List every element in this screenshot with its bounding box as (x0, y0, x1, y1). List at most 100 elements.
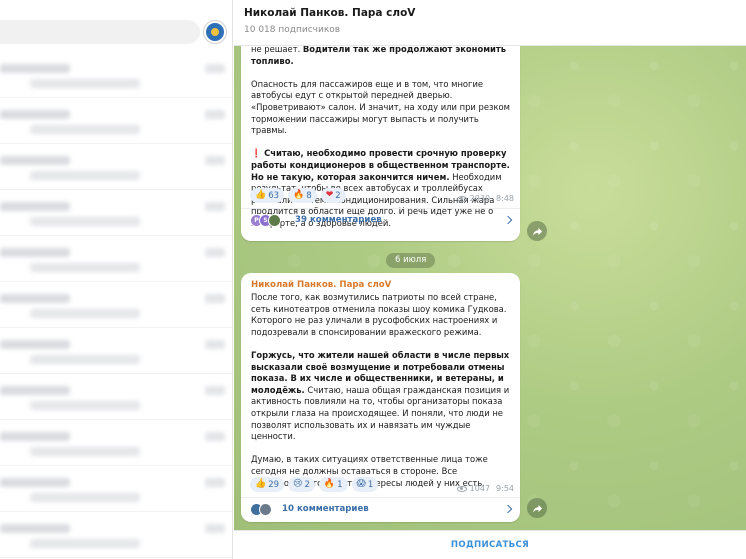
chat-list-item[interactable] (0, 144, 232, 190)
blurred-preview (30, 263, 140, 272)
chat-list-item[interactable] (0, 190, 232, 236)
blurred-name (0, 340, 70, 349)
blurred-time (205, 340, 225, 349)
reaction-emoji-icon: ❤ (325, 190, 334, 200)
blurred-preview (30, 171, 140, 180)
chat-footer: ПОДПИСАТЬСЯ (234, 530, 746, 559)
reaction-emoji-icon: 🔥 (323, 479, 336, 489)
chat-list-item[interactable] (0, 374, 232, 420)
message-meta: 1047 9:54 (456, 484, 514, 493)
blurred-preview (30, 79, 140, 88)
blurred-name (0, 248, 70, 257)
blurred-name (0, 478, 70, 487)
chevron-right-icon (503, 215, 513, 225)
blurred-preview (30, 493, 140, 502)
forward-icon (532, 227, 542, 236)
chat-header[interactable]: Николай Панков. Пара слоV 10 018 подписч… (234, 0, 746, 46)
blurred-name (0, 432, 70, 441)
message-author[interactable]: Николай Панков. Пара слоV (251, 280, 391, 290)
reaction-chip[interactable]: 👍 63 (250, 188, 285, 203)
message-time: 9:54 (496, 484, 514, 493)
reactions-bar: 👍 29 😢 2 🔥 1 😱 1 (250, 477, 379, 492)
share-button[interactable] (527, 221, 547, 241)
blurred-preview (30, 217, 140, 226)
reaction-emoji-icon: 😱 (356, 479, 366, 489)
comments-count: 10 комментариев (282, 504, 369, 514)
blurred-name (0, 110, 70, 119)
reaction-count: 2 (335, 190, 341, 201)
message-area: не решает. Водители так же продолжают эк… (234, 46, 746, 530)
blurred-time (205, 478, 225, 487)
blurred-preview (30, 401, 140, 410)
views-icon (456, 195, 467, 202)
reaction-emoji-icon: 👍 (255, 190, 267, 200)
message-paragraph: После того, как возмутились патриоты по … (251, 292, 513, 338)
reaction-chip[interactable]: 😱 1 (351, 477, 379, 492)
chat-list-item[interactable] (0, 98, 232, 144)
message-bubble: Николай Панков. Пара слоV После того, ка… (241, 273, 520, 522)
commenter-avatar (259, 503, 272, 516)
reaction-emoji-icon: 👍 (255, 479, 267, 489)
subscribe-button[interactable]: ПОДПИСАТЬСЯ (234, 540, 746, 550)
views-icon (456, 485, 467, 492)
text-run: Опасность для пассажиров еще и в том, чт… (251, 78, 510, 136)
blurred-name (0, 156, 70, 165)
commenter-avatar (268, 214, 281, 227)
blurred-preview (30, 355, 140, 364)
chevron-right-icon (503, 504, 513, 514)
share-button[interactable] (527, 498, 547, 518)
blurred-time (205, 156, 225, 165)
blurred-time (205, 386, 225, 395)
comments-link[interactable]: 10 комментариев (241, 497, 520, 521)
channel-avatar[interactable] (204, 21, 226, 43)
reaction-chip[interactable]: 👍 29 (250, 477, 285, 492)
chat-list-item[interactable] (0, 52, 232, 98)
message-bubble: не решает. Водители так же продолжают эк… (241, 46, 520, 241)
blurred-preview (30, 447, 140, 456)
reaction-chip[interactable]: 🔥 1 (318, 477, 348, 492)
comments-link[interactable]: РS 39 комментариев (241, 208, 520, 232)
date-divider: 6 июля (386, 253, 436, 268)
chat-list-item[interactable] (0, 466, 232, 512)
blurred-name (0, 524, 70, 533)
channel-title[interactable]: Николай Панков. Пара слоV (244, 7, 415, 19)
reaction-count: 8 (306, 190, 312, 201)
forward-icon (532, 504, 542, 513)
reaction-count: 63 (268, 190, 280, 201)
view-count: 1047 (469, 484, 491, 493)
reaction-count: 2 (304, 479, 310, 490)
reactions-bar: 👍 63 🔥 8 ❤ 2 (250, 188, 346, 203)
blurred-time (205, 294, 225, 303)
blurred-name (0, 386, 70, 395)
reaction-count: 1 (367, 479, 374, 490)
message-paragraph: не решает. Водители так же продолжают эк… (251, 46, 513, 67)
message-text: После того, как возмутились патриоты по … (251, 292, 513, 489)
exclamation-icon: ❗ (251, 148, 265, 159)
chat-list-item[interactable] (0, 512, 232, 558)
reaction-chip[interactable]: 😢 2 (288, 477, 315, 492)
blurred-time (205, 110, 225, 119)
commenter-avatars (250, 503, 272, 516)
chat-list-item[interactable] (0, 420, 232, 466)
chat-list-item[interactable] (0, 328, 232, 374)
view-count: 2030 (469, 194, 491, 203)
chat-list-item[interactable] (0, 236, 232, 282)
reaction-count: 29 (268, 479, 280, 490)
message-paragraph: Опасность для пассажиров еще и в том, чт… (251, 79, 513, 137)
reaction-chip[interactable]: ❤ 2 (320, 188, 346, 203)
blurred-name (0, 294, 70, 303)
blurred-time (205, 432, 225, 441)
message-meta: 2030 8:48 (456, 194, 514, 203)
comments-count: 39 комментариев (295, 215, 382, 225)
reaction-emoji-icon: 😢 (293, 479, 303, 489)
text-run: После того, как возмутились патриоты по … (251, 292, 507, 337)
message-time: 8:48 (496, 194, 514, 203)
blurred-name (0, 64, 70, 73)
reaction-chip[interactable]: 🔥 8 (288, 188, 317, 203)
search-field[interactable] (0, 20, 200, 44)
chat-list-item[interactable] (0, 282, 232, 328)
reaction-count: 1 (337, 479, 343, 490)
text-run: не решает. (251, 46, 303, 54)
subscriber-count: 10 018 подписчиков (244, 25, 341, 35)
blurred-name (0, 202, 70, 211)
